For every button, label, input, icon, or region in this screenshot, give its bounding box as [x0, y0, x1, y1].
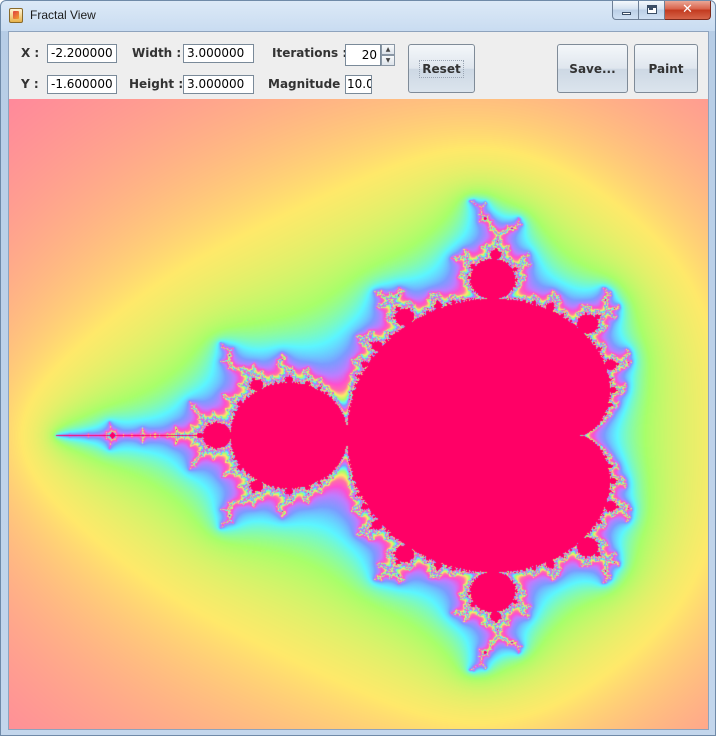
mandelbrot-canvas[interactable]: [9, 99, 708, 729]
iterations-spinner[interactable]: 20: [345, 44, 381, 66]
iterations-label: Iterations :: [272, 46, 348, 60]
y-input[interactable]: -1.600000: [47, 75, 117, 94]
maximize-icon: [647, 5, 657, 14]
close-button[interactable]: ✕: [665, 1, 711, 20]
width-input[interactable]: 3.000000: [183, 44, 254, 63]
height-label: Height :: [129, 77, 184, 91]
java-app-icon: [9, 8, 23, 23]
magnitude-input[interactable]: 10.0: [345, 75, 372, 94]
title-bar[interactable]: Fractal View ✕: [1, 1, 715, 31]
x-label: X :: [21, 46, 40, 60]
window-controls: ✕: [612, 1, 711, 21]
close-icon: ✕: [682, 2, 693, 17]
spinner-down-arrow-icon[interactable]: ▼: [381, 55, 395, 66]
maximize-button[interactable]: [639, 1, 665, 20]
client-area: X : -2.200000 Y : -1.600000 Width : 3.00…: [8, 31, 709, 730]
x-input[interactable]: -2.200000: [47, 44, 117, 63]
spinner-up-arrow-icon[interactable]: ▲: [381, 44, 395, 55]
minimize-icon: [622, 12, 631, 15]
minimize-button[interactable]: [612, 1, 639, 20]
reset-button[interactable]: Reset: [408, 44, 475, 93]
paint-button-label: Paint: [648, 61, 684, 76]
save-button-label: Save...: [569, 61, 616, 76]
reset-button-label: Reset: [419, 59, 464, 78]
fractal-canvas-panel[interactable]: [9, 99, 708, 729]
paint-button[interactable]: Paint: [634, 44, 698, 93]
width-label: Width :: [132, 46, 182, 60]
fractal-view-window: Fractal View ✕ X : -2.200000 Y : -1.6000…: [0, 0, 716, 736]
y-label: Y :: [21, 77, 39, 91]
window-title: Fractal View: [30, 8, 96, 22]
save-button[interactable]: Save...: [557, 44, 628, 93]
magnitude-label: Magnitude :: [268, 77, 350, 91]
height-input[interactable]: 3.000000: [183, 75, 254, 94]
parameter-toolbar: X : -2.200000 Y : -1.600000 Width : 3.00…: [9, 32, 708, 99]
